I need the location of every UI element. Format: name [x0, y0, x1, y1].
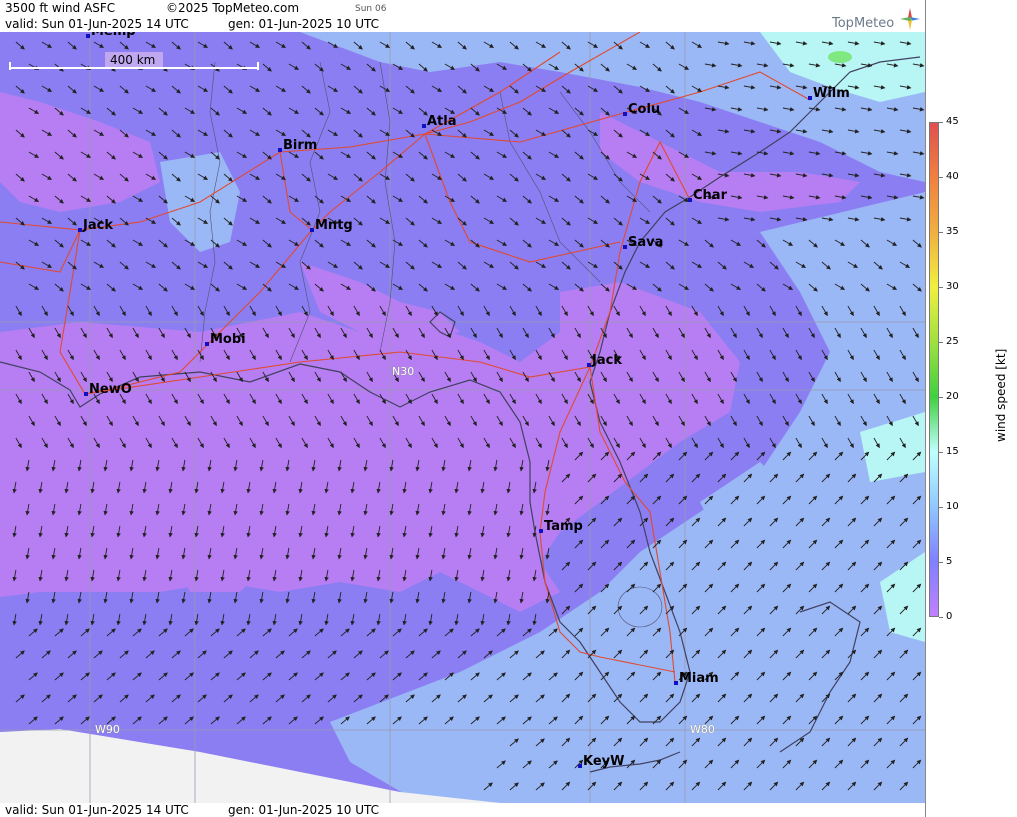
generated-time: gen: 01-Jun-2025 10 UTC [228, 17, 380, 31]
grid-label-w80: W80 [690, 723, 715, 736]
city-sava: Sava [623, 235, 663, 250]
footer: valid: Sun 01-Jun-2025 14 UTC gen: 01-Ju… [0, 803, 925, 817]
city-label: Colu [628, 102, 660, 117]
colorbar-tick-mark [939, 287, 943, 288]
colorbar-tick-label: 15 [946, 446, 959, 457]
city-marker [587, 363, 591, 367]
colorbar-tick-label: 30 [946, 281, 959, 292]
colorbar-tick-mark [939, 342, 943, 343]
city-marker [205, 342, 209, 346]
compass-icon [900, 8, 920, 30]
city-mntg: Mntg [310, 218, 353, 233]
city-keyw: KeyW [578, 754, 624, 769]
colorbar-tick-mark [939, 177, 943, 178]
colorbar-tick-mark [939, 562, 943, 563]
city-label: Tamp [544, 519, 583, 534]
city-tamp: Tamp [539, 519, 583, 534]
city-marker [674, 681, 678, 685]
colorbar-tick-mark [939, 452, 943, 453]
map-canvas: N30 W90 W80 400 km Memp Birm Atla Colu Wilm J… [0, 32, 925, 803]
city-atla: Atla [422, 114, 457, 129]
city-label: Jack [591, 353, 622, 368]
city-jack: Jack [78, 218, 113, 233]
city-jack: Jack [587, 353, 622, 368]
city-marker [422, 124, 426, 128]
colorbar-tick-label: 25 [946, 336, 959, 347]
city-label: Jack [82, 218, 113, 233]
city-label: Mntg [315, 218, 353, 233]
city-label: Char [693, 188, 728, 203]
city-marker [84, 392, 88, 396]
city-memp: Memp [86, 32, 136, 39]
city-marker [78, 228, 82, 232]
city-marker [623, 245, 627, 249]
colorbar-tick-mark [939, 397, 943, 398]
city-label: NewO [89, 382, 132, 397]
colorbar-label: wind speed [kt] [994, 348, 1008, 442]
city-marker [808, 96, 812, 100]
wind-map[interactable]: N30 W90 W80 400 km Memp Birm Atla Colu Wilm J… [0, 32, 925, 803]
city-label: Wilm [813, 86, 850, 101]
city-mobi: Mobi [205, 332, 246, 347]
colorbar-tick-label: 10 [946, 501, 959, 512]
city-label: Miam [679, 671, 719, 686]
grid-label-w90: W90 [95, 723, 120, 736]
city-char: Char [688, 188, 728, 203]
copyright: ©2025 TopMeteo.com [166, 1, 300, 15]
city-colu: Colu [623, 102, 660, 117]
city-label: Memp [91, 32, 136, 39]
colorbar-tick-label: 35 [946, 226, 959, 237]
colorbar-tick-mark [939, 507, 943, 508]
footer-valid-time: valid: Sun 01-Jun-2025 14 UTC [5, 803, 189, 817]
grid-label-n30: N30 [392, 365, 414, 378]
colorbar-tick-label: 45 [946, 116, 959, 127]
city-marker [86, 34, 90, 38]
city-label: Atla [427, 114, 457, 129]
city-marker [539, 529, 543, 533]
topmeteo-logo: TopMeteo [832, 8, 924, 32]
valid-time: valid: Sun 01-Jun-2025 14 UTC [5, 17, 189, 31]
colorbar-tick-mark [939, 232, 943, 233]
colorbar-tick-label: 0 [946, 611, 953, 622]
day-tag: Sun 06 [355, 4, 387, 14]
city-marker [688, 198, 692, 202]
scale-label: 400 km [110, 53, 155, 67]
header: 3500 ft wind ASFC ©2025 TopMeteo.com Sun… [0, 0, 925, 32]
colorbar-tick-label: 40 [946, 171, 959, 182]
colorbar-tick-label: 20 [946, 391, 959, 402]
wind-zone-strong [828, 51, 852, 63]
colorbar-tick-label: 5 [946, 556, 953, 567]
city-label: Sava [628, 235, 663, 250]
city-label: KeyW [583, 754, 624, 769]
footer-generated-time: gen: 01-Jun-2025 10 UTC [228, 803, 380, 817]
city-marker [310, 228, 314, 232]
city-newo: NewO [84, 382, 132, 397]
legend-panel: 45 40 35 30 25 20 15 10 5 0 wind speed [kt] [925, 0, 1017, 817]
city-miam: Miam [674, 671, 719, 686]
city-marker [623, 112, 627, 116]
colorbar-tick-mark [939, 617, 943, 618]
map-title: 3500 ft wind ASFC [5, 1, 116, 15]
wind-speed-colorbar [929, 122, 939, 617]
city-marker [578, 764, 582, 768]
city-label: Mobi [210, 332, 246, 347]
city-wilm: Wilm [808, 86, 850, 101]
city-marker [278, 148, 282, 152]
colorbar-tick-mark [939, 122, 943, 123]
city-label: Birm [283, 138, 317, 153]
city-birm: Birm [278, 138, 317, 153]
